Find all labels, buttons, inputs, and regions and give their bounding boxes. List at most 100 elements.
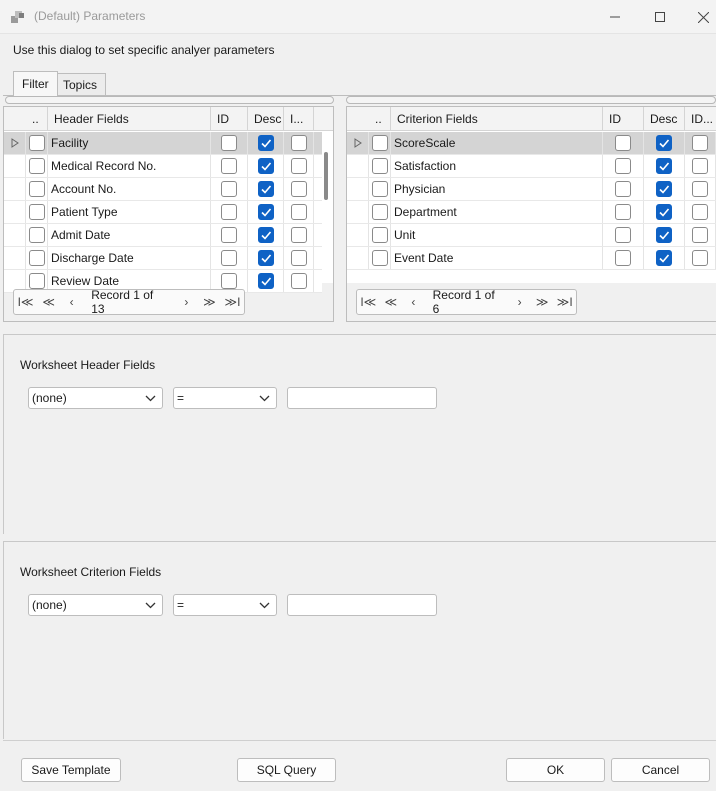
table-row[interactable]: Department [347, 201, 716, 224]
header-value-input[interactable] [287, 387, 437, 409]
i-checkbox[interactable] [692, 250, 708, 266]
header-field-select[interactable]: (none) [28, 387, 163, 409]
i-checkbox[interactable] [692, 227, 708, 243]
col-desc[interactable]: Desc [248, 107, 284, 131]
row-select-checkbox[interactable] [371, 227, 388, 243]
header-operator-select[interactable]: = [173, 387, 277, 409]
desc-checkbox[interactable] [257, 204, 274, 220]
desc-checkbox[interactable] [257, 181, 274, 197]
table-row[interactable]: ScoreScale [347, 132, 716, 155]
first-record-button[interactable]: I≪ [357, 290, 380, 314]
i-checkbox[interactable] [290, 250, 307, 266]
row-select-checkbox[interactable] [28, 158, 45, 174]
next-record-button[interactable]: › [175, 290, 198, 314]
table-row[interactable]: Account No. [4, 178, 322, 201]
table-row[interactable]: Patient Type [4, 201, 322, 224]
header-grid-scrollbar[interactable] [324, 152, 328, 200]
desc-checkbox[interactable] [257, 250, 274, 266]
col-id[interactable]: ID [211, 107, 248, 131]
id-checkbox[interactable] [615, 135, 631, 151]
close-button[interactable] [680, 0, 716, 34]
col-id-extra[interactable]: ID... [685, 107, 716, 131]
col-desc[interactable]: Desc [644, 107, 685, 131]
i-checkbox[interactable] [290, 227, 307, 243]
row-select-checkbox[interactable] [371, 135, 388, 151]
tab-topics[interactable]: Topics [54, 73, 107, 95]
criterion-value-input[interactable] [287, 594, 437, 616]
id-checkbox[interactable] [221, 181, 237, 197]
i-checkbox[interactable] [290, 158, 307, 174]
desc-checkbox[interactable] [257, 227, 274, 243]
id-checkbox[interactable] [221, 135, 237, 151]
sql-query-button[interactable]: SQL Query [237, 758, 336, 782]
col-select[interactable]: .. [369, 107, 391, 131]
i-checkbox[interactable] [290, 181, 307, 197]
i-checkbox[interactable] [290, 204, 307, 220]
prev-record-button[interactable]: ‹ [402, 290, 425, 314]
id-checkbox[interactable] [615, 204, 631, 220]
next-page-button[interactable]: ≫ [198, 290, 221, 314]
last-record-button[interactable]: ≫I [553, 290, 576, 314]
col-criterion-fields[interactable]: Criterion Fields [391, 107, 603, 131]
i-checkbox[interactable] [692, 158, 708, 174]
id-checkbox[interactable] [221, 204, 237, 220]
table-row[interactable]: Event Date [347, 247, 716, 270]
next-page-button[interactable]: ≫ [531, 290, 554, 314]
desc-checkbox[interactable] [656, 181, 672, 197]
col-select[interactable]: .. [26, 107, 48, 131]
criterion-field-select[interactable]: (none) [28, 594, 163, 616]
table-row[interactable]: Satisfaction [347, 155, 716, 178]
table-row[interactable]: Unit [347, 224, 716, 247]
table-row[interactable]: Facility [4, 132, 322, 155]
id-checkbox[interactable] [221, 250, 237, 266]
ok-button[interactable]: OK [506, 758, 605, 782]
prev-record-button[interactable]: ‹ [60, 290, 83, 314]
row-select-checkbox[interactable] [28, 250, 45, 266]
tab-filter[interactable]: Filter [13, 71, 58, 96]
next-record-button[interactable]: › [508, 290, 531, 314]
row-select-checkbox[interactable] [28, 227, 45, 243]
desc-checkbox[interactable] [656, 227, 672, 243]
desc-checkbox[interactable] [257, 135, 274, 151]
i-checkbox[interactable] [692, 181, 708, 197]
row-select-checkbox[interactable] [28, 204, 45, 220]
desc-checkbox[interactable] [656, 158, 672, 174]
prev-page-button[interactable]: ≪ [380, 290, 403, 314]
row-select-checkbox[interactable] [371, 158, 388, 174]
col-i[interactable]: I... [284, 107, 314, 131]
id-checkbox[interactable] [615, 181, 631, 197]
i-checkbox[interactable] [692, 135, 708, 151]
save-template-button[interactable]: Save Template [21, 758, 121, 782]
first-record-button[interactable]: I≪ [14, 290, 37, 314]
id-checkbox[interactable] [615, 250, 631, 266]
col-header-fields[interactable]: Header Fields [48, 107, 211, 131]
right-splitter[interactable] [346, 96, 716, 104]
desc-checkbox[interactable] [257, 273, 274, 289]
row-select-checkbox[interactable] [28, 135, 45, 151]
id-checkbox[interactable] [615, 158, 631, 174]
prev-page-button[interactable]: ≪ [37, 290, 60, 314]
cancel-button[interactable]: Cancel [611, 758, 710, 782]
desc-checkbox[interactable] [656, 250, 672, 266]
minimize-button[interactable] [592, 0, 638, 34]
row-select-checkbox[interactable] [371, 204, 388, 220]
i-checkbox[interactable] [290, 273, 307, 289]
col-id[interactable]: ID [603, 107, 644, 131]
row-select-checkbox[interactable] [371, 250, 388, 266]
table-row[interactable]: Medical Record No. [4, 155, 322, 178]
desc-checkbox[interactable] [656, 135, 672, 151]
desc-checkbox[interactable] [257, 158, 274, 174]
last-record-button[interactable]: ≫I [221, 290, 244, 314]
left-splitter[interactable] [5, 96, 334, 104]
row-select-checkbox[interactable] [28, 273, 45, 289]
table-row[interactable]: Physician [347, 178, 716, 201]
row-select-checkbox[interactable] [371, 181, 388, 197]
maximize-button[interactable] [637, 0, 683, 34]
i-checkbox[interactable] [692, 204, 708, 220]
id-checkbox[interactable] [221, 227, 237, 243]
id-checkbox[interactable] [615, 227, 631, 243]
id-checkbox[interactable] [221, 273, 237, 289]
desc-checkbox[interactable] [656, 204, 672, 220]
table-row[interactable]: Admit Date [4, 224, 322, 247]
row-select-checkbox[interactable] [28, 181, 45, 197]
